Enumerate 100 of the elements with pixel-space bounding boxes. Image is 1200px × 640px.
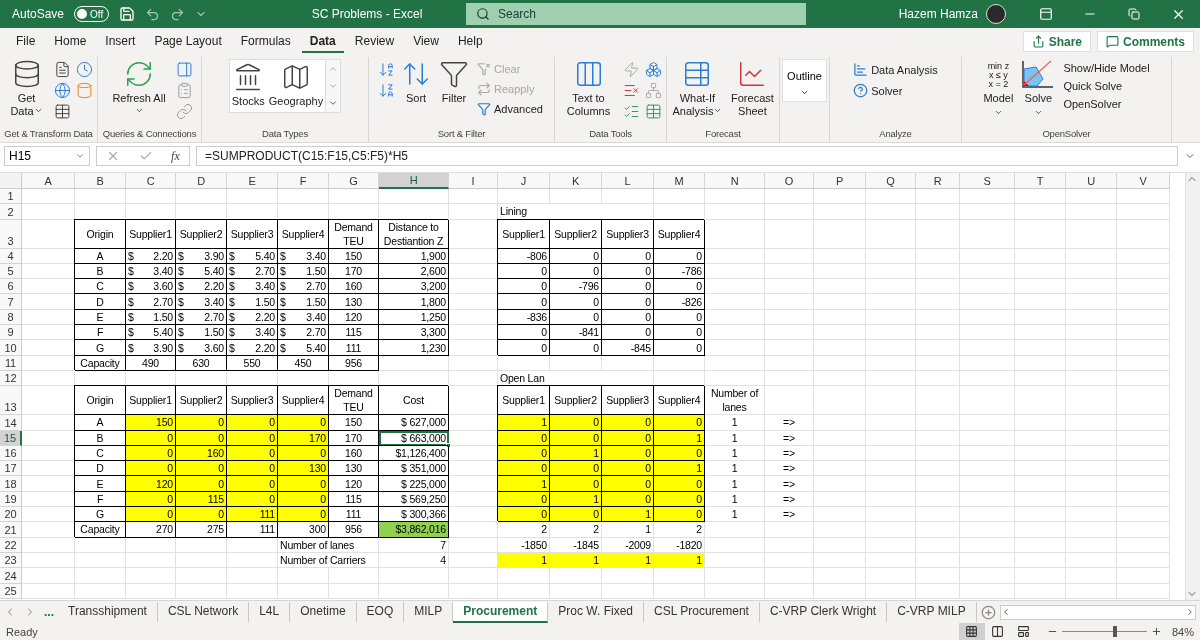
menu-tab[interactable]: Insert (97, 30, 144, 53)
empty-cell[interactable] (278, 583, 329, 599)
save-icon[interactable] (119, 6, 136, 22)
comments-button[interactable]: Comments (1097, 31, 1194, 52)
table-cell[interactable]: 0 (602, 430, 654, 446)
outline-button[interactable]: Outline (782, 59, 827, 102)
table-cell[interactable]: 490 (126, 355, 176, 371)
table-cell[interactable]: 0 (654, 445, 705, 462)
table-cell[interactable]: 1 (654, 430, 705, 446)
search-field[interactable]: Search (466, 3, 806, 25)
column-header[interactable]: U (1066, 173, 1117, 189)
empty-cell[interactable] (1015, 204, 1066, 220)
table-cell[interactable]: 0 (498, 340, 550, 356)
table-cell[interactable]: 1 (498, 415, 550, 431)
empty-cell[interactable] (866, 583, 916, 599)
model-button[interactable]: min z x ≤ y x = 2 Model (981, 57, 1016, 119)
table-cell[interactable]: -806 (498, 248, 550, 264)
empty-cell[interactable] (916, 522, 960, 538)
empty-cell[interactable] (1066, 430, 1117, 446)
table-cell[interactable]: 0 (550, 415, 602, 431)
table-cell[interactable]: $ 3.60 (176, 340, 227, 356)
empty-cell[interactable] (814, 461, 866, 477)
empty-cell[interactable] (1066, 476, 1117, 492)
empty-cell[interactable] (814, 279, 866, 295)
table-cell[interactable]: 0 (278, 491, 329, 508)
empty-cell[interactable] (1117, 340, 1170, 356)
empty-cell[interactable] (1066, 248, 1117, 264)
empty-cell[interactable] (960, 522, 1015, 538)
ribbon-button[interactable]: Show/Hide Model (1061, 61, 1152, 75)
table-cell[interactable]: $ 3.90 (176, 248, 227, 264)
table-cell[interactable]: $ 5.40 (176, 263, 227, 280)
empty-cell[interactable] (227, 568, 278, 584)
panel-icon[interactable] (176, 61, 193, 78)
table-cell[interactable]: Capacity (75, 522, 126, 538)
table-cell[interactable]: 2 (654, 522, 705, 538)
list-icon[interactable] (176, 82, 193, 99)
empty-cell[interactable] (329, 568, 379, 584)
empty-cell[interactable] (960, 189, 1015, 205)
empty-cell[interactable] (1117, 204, 1170, 220)
sheet-tab[interactable]: C-VRP Clerk Wright (759, 601, 888, 623)
table-cell[interactable]: 0 (602, 294, 654, 310)
table-cell[interactable]: 0 (550, 248, 602, 264)
table-cell[interactable]: F (75, 325, 126, 341)
empty-cell[interactable] (550, 583, 602, 599)
empty-cell[interactable] (866, 552, 916, 569)
column-header[interactable]: O (765, 173, 814, 189)
table-cell[interactable]: 0 (550, 309, 602, 326)
table-cell[interactable]: 0 (227, 415, 278, 431)
table-cell[interactable]: 0 (654, 340, 705, 356)
empty-cell[interactable] (1117, 309, 1170, 326)
table-cell[interactable]: $ 663,000 (379, 430, 449, 446)
table-cell[interactable]: => (765, 491, 814, 508)
empty-cell[interactable] (916, 204, 960, 220)
empty-cell[interactable] (705, 263, 765, 280)
table-cell[interactable]: 1,900 (379, 248, 449, 264)
empty-cell[interactable] (498, 189, 550, 205)
ribbon-button[interactable]: Filter (437, 57, 472, 107)
empty-cell[interactable] (1117, 355, 1170, 371)
redo-icon[interactable] (170, 6, 186, 22)
empty-cell[interactable] (814, 263, 866, 280)
empty-cell[interactable] (866, 568, 916, 584)
empty-cell[interactable] (602, 583, 654, 599)
table-cell[interactable]: 0 (498, 294, 550, 310)
empty-cell[interactable] (866, 263, 916, 280)
table-cell[interactable]: 150 (126, 415, 176, 431)
row-header[interactable]: 18 (0, 476, 22, 492)
empty-cell[interactable] (765, 204, 814, 220)
empty-cell[interactable] (814, 219, 866, 249)
table-cell[interactable]: 450 (278, 355, 329, 371)
column-header[interactable]: G (329, 173, 379, 189)
empty-cell[interactable] (866, 204, 916, 220)
menu-tab[interactable]: View (405, 30, 447, 53)
empty-cell[interactable] (1015, 263, 1066, 280)
table-cell[interactable]: 0 (550, 340, 602, 356)
empty-cell[interactable] (227, 552, 278, 569)
row-header[interactable]: 20 (0, 507, 22, 523)
table-cell[interactable]: 150 (329, 415, 379, 431)
empty-cell[interactable] (866, 537, 916, 553)
column-heading[interactable]: Supplier3 (227, 219, 278, 249)
empty-cell[interactable] (75, 568, 126, 584)
empty-cell[interactable] (960, 430, 1015, 446)
table-cell[interactable]: $ 2.20 (227, 309, 278, 326)
ribbon-button[interactable]: OpenSolver (1061, 97, 1152, 111)
row-header[interactable]: 24 (0, 568, 22, 584)
empty-cell[interactable] (960, 491, 1015, 508)
table-cell[interactable]: $ 3.40 (278, 309, 329, 326)
table-cell[interactable]: $ 3.60 (126, 279, 176, 295)
empty-cell[interactable] (814, 370, 866, 387)
insert-function-button[interactable]: fx (171, 148, 180, 164)
flash-icon[interactable] (623, 61, 640, 78)
table-cell[interactable]: 0 (126, 430, 176, 446)
empty-cell[interactable] (1015, 507, 1066, 523)
table-cell[interactable]: $ 2.20 (227, 340, 278, 356)
empty-cell[interactable] (498, 355, 550, 371)
empty-cell[interactable] (814, 537, 866, 553)
table-cell[interactable]: 0 (176, 476, 227, 492)
empty-cell[interactable] (1015, 461, 1066, 477)
empty-cell[interactable] (765, 325, 814, 341)
empty-cell[interactable] (1015, 189, 1066, 205)
table-cell[interactable]: 0 (227, 491, 278, 508)
